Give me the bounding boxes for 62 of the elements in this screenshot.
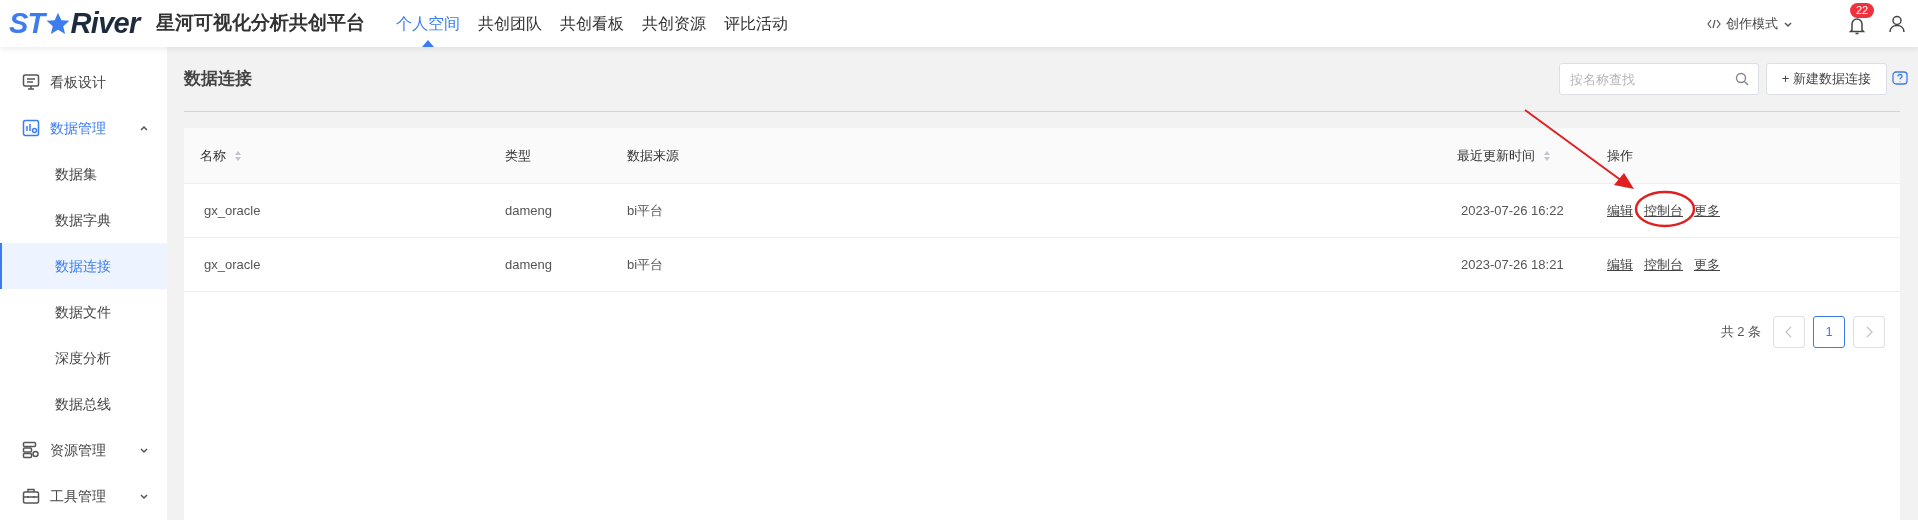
active-indicator-icon: [421, 40, 434, 47]
search-field[interactable]: 按名称查找: [1558, 63, 1759, 95]
chevron-down-icon: [139, 445, 149, 455]
table-cell: gx_oracle: [204, 202, 261, 218]
user-icon[interactable]: [1889, 14, 1905, 33]
new-connection-button[interactable]: + 新建数据连接: [1765, 63, 1887, 95]
total-count: 共 2 条: [1720, 323, 1761, 342]
table-cell: 2023-07-26 18:21: [1461, 256, 1564, 272]
help-icon[interactable]: [1892, 71, 1908, 87]
search-icon: [1734, 72, 1749, 86]
chevron-left-icon: [1785, 326, 1793, 338]
next-page-button[interactable]: [1853, 316, 1885, 348]
nav-tab[interactable]: 个人空间: [386, 0, 469, 47]
sidebar-subitem[interactable]: 数据文件: [0, 289, 167, 335]
chevron-right-icon: [1865, 326, 1873, 338]
action-link[interactable]: 控制台: [1644, 256, 1683, 272]
action-link[interactable]: 更多: [1694, 202, 1720, 218]
notification-button[interactable]: [1849, 16, 1865, 35]
page-title: 数据连接: [184, 68, 253, 91]
bell-icon: [1849, 16, 1865, 35]
action-link[interactable]: 编辑: [1607, 256, 1633, 272]
chevron-down-icon: [139, 491, 149, 501]
logo-text: River: [70, 9, 140, 38]
column-header: 操作: [1607, 146, 1633, 165]
nav-tab[interactable]: 共创团队: [468, 0, 551, 47]
code-icon: [1707, 18, 1721, 29]
notification-badge: 22: [1850, 2, 1875, 18]
toolbox-icon: [22, 487, 40, 505]
mode-dropdown[interactable]: 创作模式: [1707, 13, 1793, 34]
column-header: 名称: [200, 146, 226, 165]
highlight-circle: [1634, 188, 1696, 229]
column-header: 数据来源: [627, 146, 679, 165]
sidebar-subitem[interactable]: 数据集: [0, 151, 167, 197]
sidebar-item[interactable]: 资源管理: [0, 427, 167, 473]
sidebar-subitem[interactable]: 深度分析: [0, 335, 167, 381]
sidebar-subitem[interactable]: 数据字典: [0, 197, 167, 243]
sort-icon[interactable]: [234, 149, 242, 162]
sidebar-item[interactable]: 看板设计: [0, 59, 167, 105]
table-cell: gx_oracle: [204, 256, 261, 272]
chevron-up-icon: [139, 123, 149, 133]
sort-icon[interactable]: [1543, 149, 1551, 162]
logo-text: ST: [9, 9, 45, 38]
table-cell: 2023-07-26 16:22: [1461, 202, 1564, 218]
nav-tab[interactable]: 共创资源: [632, 0, 715, 47]
nav-tab[interactable]: 评比活动: [714, 0, 797, 47]
nav-tab[interactable]: 共创看板: [550, 0, 633, 47]
sidebar-subitem[interactable]: 数据总线: [0, 381, 167, 427]
action-link[interactable]: 编辑: [1607, 202, 1633, 218]
app-title: 星河可视化分析共创平台: [155, 11, 365, 36]
monitor-icon: [22, 73, 40, 91]
table-cell: bi平台: [627, 256, 664, 272]
table-cell: dameng: [505, 256, 552, 272]
table-cell: bi平台: [627, 202, 664, 218]
column-header: 最近更新时间: [1457, 146, 1535, 165]
action-link[interactable]: 更多: [1694, 256, 1720, 272]
page-button[interactable]: 1: [1813, 316, 1845, 348]
sidebar-item[interactable]: 工具管理: [0, 473, 167, 519]
sidebar-subitem[interactable]: 数据连接: [0, 243, 167, 289]
column-header: 类型: [505, 146, 531, 165]
sidebar-item[interactable]: 数据管理: [0, 105, 167, 151]
previous-page-button[interactable]: [1773, 316, 1805, 348]
table-cell: dameng: [505, 202, 552, 218]
